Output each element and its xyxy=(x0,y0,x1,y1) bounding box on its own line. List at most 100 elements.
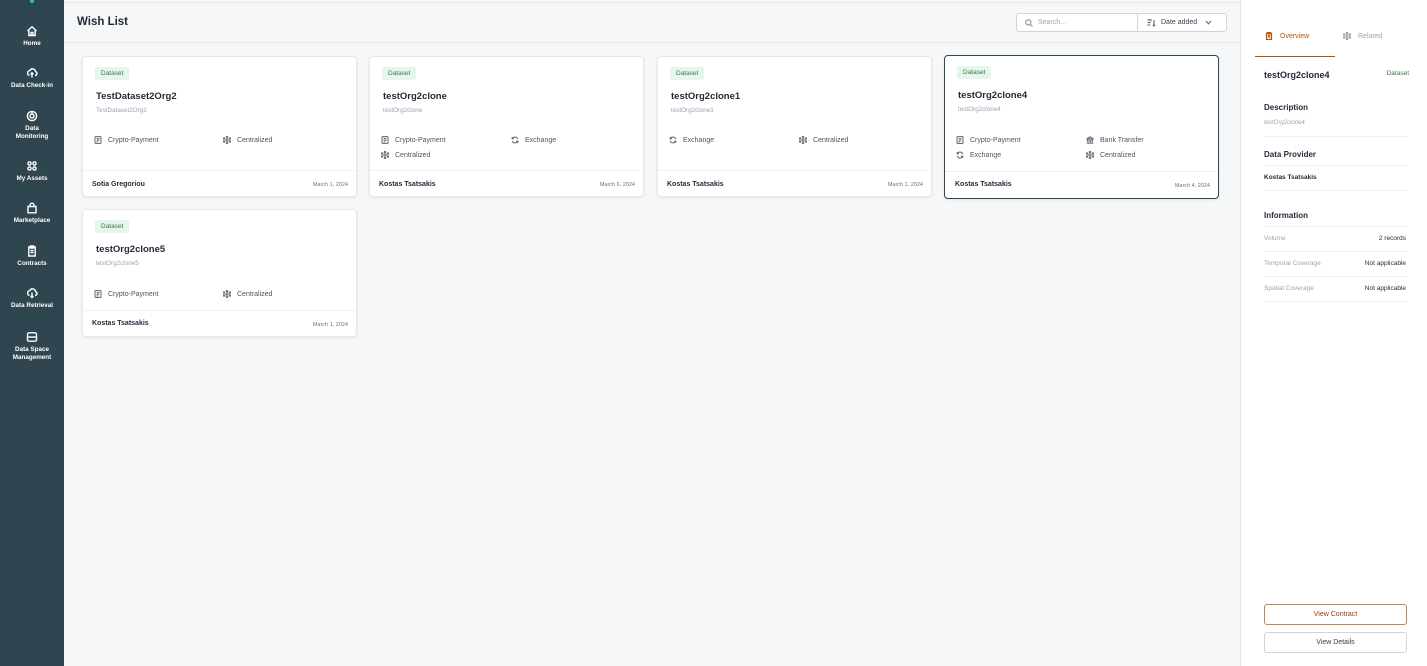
card-date: March 4, 2024 xyxy=(1174,183,1210,189)
feature-centralized: Centralized xyxy=(799,136,848,144)
dataset-card[interactable]: Dataset testOrg2clone5 testOrg2clone5 Cr… xyxy=(82,209,357,337)
dataset-badge: Dataset xyxy=(670,67,705,80)
tab-label: Related xyxy=(1358,32,1383,40)
card-subtitle: testOrg2clone1 xyxy=(671,107,714,114)
sidebar: Home Data Check-in Data Monitoring My Ass… xyxy=(0,0,64,666)
search-icon xyxy=(1025,18,1033,27)
sidebar-item-data-check-in[interactable]: Data Check-in xyxy=(0,67,64,90)
info-key-temporal: Temporal Coverage xyxy=(1264,260,1321,267)
card-subtitle: TestDataset2Org2 xyxy=(96,107,147,114)
sort-dropdown[interactable]: Date added xyxy=(1138,14,1226,31)
card-title: TestDataset2Org2 xyxy=(96,91,177,102)
sidebar-item-contracts[interactable]: Contracts xyxy=(0,245,64,268)
divider xyxy=(64,2,1240,3)
sidebar-item-data-retrieval[interactable]: Data Retrieval xyxy=(0,287,64,310)
description-heading: Description xyxy=(1264,103,1309,112)
sidebar-item-data-space-management[interactable]: Data Space Management xyxy=(0,331,64,361)
divider xyxy=(1264,301,1408,302)
feature-centralized: Centralized xyxy=(223,136,272,144)
sidebar-item-marketplace[interactable]: Marketplace xyxy=(0,202,64,225)
provider-heading: Data Provider xyxy=(1264,150,1317,159)
info-key-spatial: Spatial Coverage xyxy=(1264,285,1314,292)
panel-badge: Dataset xyxy=(1386,70,1409,77)
receipt-icon xyxy=(94,290,102,298)
card-title: testOrg2clone4 xyxy=(958,90,1028,101)
exchange-icon xyxy=(669,136,677,144)
exchange-icon xyxy=(956,151,964,159)
database-icon xyxy=(26,332,38,342)
network-icon xyxy=(223,290,231,298)
feature-label: Centralized xyxy=(813,136,849,144)
search-placeholder: Search... xyxy=(1038,19,1067,26)
cloud-upload-icon xyxy=(26,68,38,78)
feature-exchange: Exchange xyxy=(511,136,556,144)
feature-crypto-payment: Crypto-Payment xyxy=(94,290,159,298)
card-author: Kostas Tsatsakis xyxy=(667,181,724,188)
divider xyxy=(64,42,1240,43)
sidebar-item-home[interactable]: Home xyxy=(0,25,64,48)
active-tab-indicator xyxy=(1255,56,1335,58)
tab-overview[interactable]: Overview xyxy=(1265,32,1309,40)
logo xyxy=(30,0,34,3)
card-title: testOrg2clone1 xyxy=(671,91,741,102)
details-panel: Overview Related testOrg2clone4 Dataset … xyxy=(1240,0,1427,666)
dataset-card[interactable]: Dataset testOrg2clone1 testOrg2clone1 Ex… xyxy=(657,56,932,197)
card-date: March 1, 2024 xyxy=(312,182,348,188)
feature-label: Centralized xyxy=(237,136,273,144)
feature-label: Bank Transfer xyxy=(1100,136,1144,144)
view-contract-button[interactable]: View Contract xyxy=(1264,604,1407,625)
divider xyxy=(945,171,1218,172)
dataset-card-selected[interactable]: Dataset testOrg2clone4 testOrg2clone4 Cr… xyxy=(944,55,1219,199)
dataset-badge: Dataset xyxy=(95,220,130,233)
feature-label: Crypto-Payment xyxy=(108,136,159,144)
info-value-temporal: Not applicable xyxy=(1364,260,1406,267)
divider xyxy=(1264,276,1408,277)
dataset-card[interactable]: Dataset testOrg2clone testOrg2clone Cryp… xyxy=(369,56,644,197)
network-icon xyxy=(223,136,231,144)
receipt-icon xyxy=(956,136,964,144)
monitoring-icon xyxy=(26,110,38,122)
cloud-download-icon xyxy=(26,288,38,299)
info-key-volume: Volume xyxy=(1264,235,1286,242)
sidebar-item-label: Marketplace xyxy=(13,217,51,224)
dataset-badge: Dataset xyxy=(957,66,992,79)
clipboard-icon xyxy=(28,245,36,257)
sidebar-item-my-assets[interactable]: My Assets xyxy=(0,160,64,183)
feature-label: Crypto-Payment xyxy=(108,290,159,298)
feature-crypto-payment: Crypto-Payment xyxy=(94,136,159,144)
dataset-card[interactable]: Dataset TestDataset2Org2 TestDataset2Org… xyxy=(82,56,357,197)
shopping-bag-icon xyxy=(27,202,37,214)
bank-icon xyxy=(1086,136,1094,144)
feature-bank-transfer: Bank Transfer xyxy=(1086,136,1144,144)
divider xyxy=(83,310,356,311)
receipt-icon xyxy=(381,136,389,144)
panel-title: testOrg2clone4 xyxy=(1264,70,1330,80)
sort-icon xyxy=(1147,18,1156,27)
info-value-spatial: Not applicable xyxy=(1364,285,1406,292)
feature-centralized: Centralized xyxy=(381,151,430,159)
feature-label: Exchange xyxy=(525,136,557,144)
network-icon xyxy=(381,151,389,159)
home-icon xyxy=(27,25,37,37)
divider xyxy=(1264,226,1408,227)
receipt-icon xyxy=(94,136,102,144)
divider xyxy=(83,170,356,171)
search-input[interactable]: Search... xyxy=(1017,14,1138,31)
tab-related[interactable]: Related xyxy=(1343,32,1382,40)
divider xyxy=(370,170,643,171)
tab-label: Overview xyxy=(1280,32,1310,40)
feature-label: Exchange xyxy=(970,151,1002,159)
feature-label: Crypto-Payment xyxy=(395,136,446,144)
sidebar-item-label: Data Check-in xyxy=(11,82,53,89)
dataset-badge: Dataset xyxy=(95,67,130,80)
sidebar-item-data-monitoring[interactable]: Data Monitoring xyxy=(0,110,64,140)
view-details-button[interactable]: View Details xyxy=(1264,632,1407,653)
network-icon xyxy=(1343,32,1351,40)
provider-name: Kostas Tsatsakis xyxy=(1264,174,1317,181)
page-title: Wish List xyxy=(77,16,129,28)
sidebar-item-label: Data Monitoring xyxy=(15,125,49,140)
card-date: March 6, 2024 xyxy=(599,182,635,188)
feature-label: Centralized xyxy=(237,290,273,298)
feature-crypto-payment: Crypto-Payment xyxy=(956,136,1021,144)
chevron-down-icon xyxy=(1205,20,1212,25)
